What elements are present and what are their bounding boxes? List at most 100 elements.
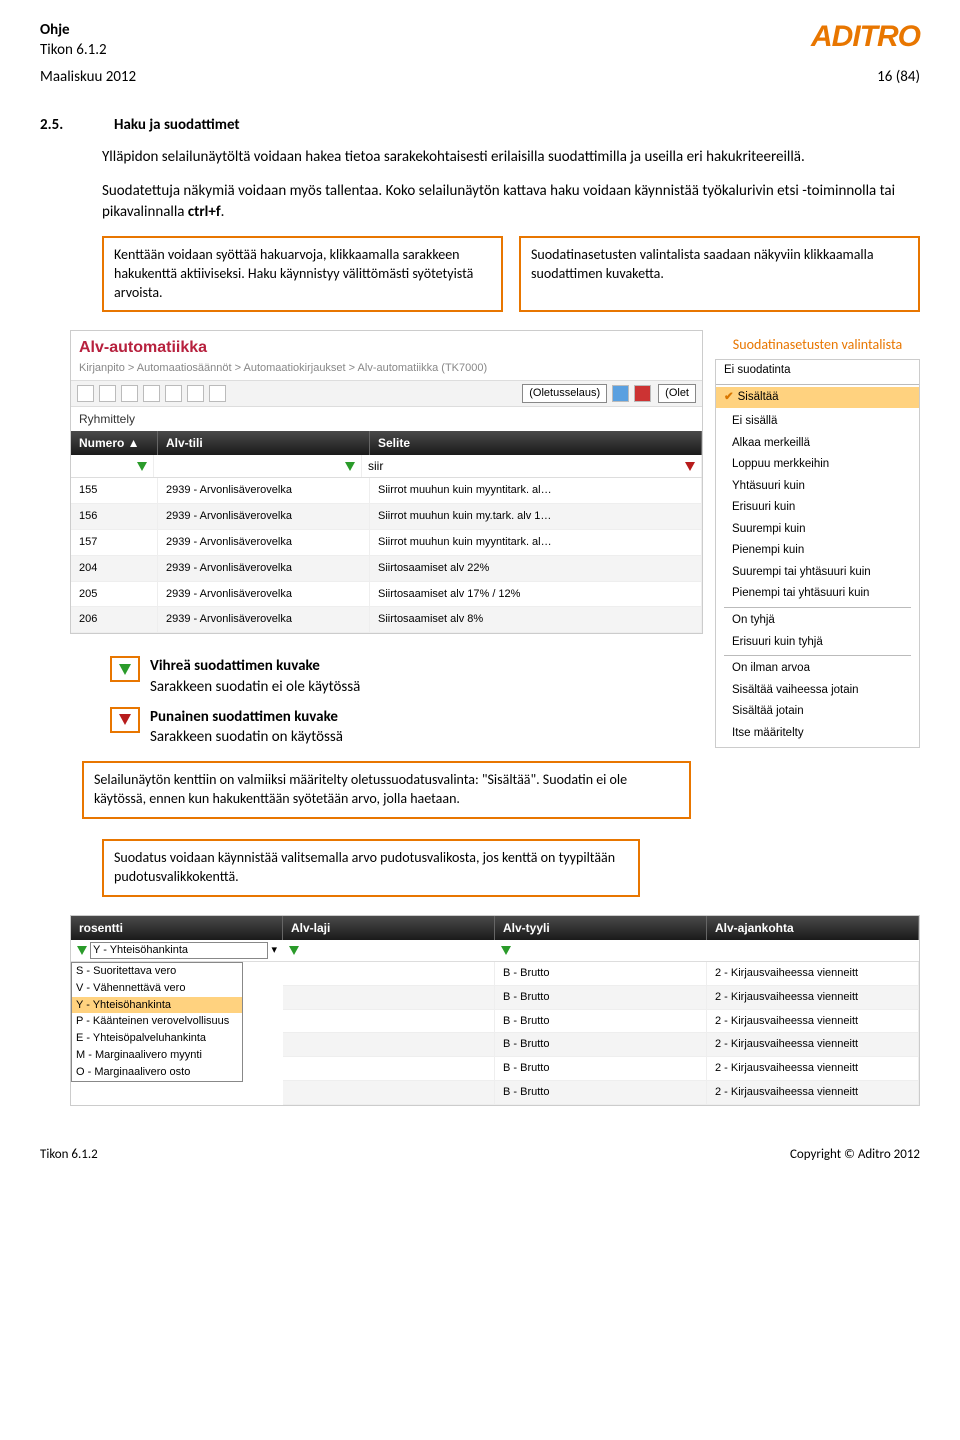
dropdown-option[interactable]: P - Käänteinen verovelvollisuus: [72, 1013, 242, 1030]
section-title: Haku ja suodattimet: [114, 115, 240, 135]
table-header: Numero ▲ Alv-tili Selite: [71, 431, 702, 455]
red-funnel-box: [110, 707, 140, 733]
dropdown-option[interactable]: S - Suoritettava vero: [72, 963, 242, 980]
callout-box-4: Suodatus voidaan käynnistää valitsemalla…: [102, 839, 640, 897]
browse-select[interactable]: (Oletusselaus): [522, 384, 607, 403]
dropdown-option[interactable]: M - Marginaalivero myynti: [72, 1047, 242, 1064]
col-rosentti[interactable]: rosentti: [71, 916, 283, 940]
table-row[interactable]: B - Brutto2 - Kirjausvaiheessa vienneitt: [283, 1081, 919, 1105]
page-footer: Tikon 6.1.2 Copyright © Aditro 2012: [40, 1146, 920, 1164]
table-row[interactable]: B - Brutto2 - Kirjausvaiheessa vienneitt: [283, 1057, 919, 1081]
filter-row: siir: [71, 455, 702, 478]
funnel-icon[interactable]: [345, 462, 355, 471]
dropdown-option[interactable]: O - Marginaalivero osto: [72, 1064, 242, 1081]
filter-option[interactable]: Sisältää jotain: [724, 701, 911, 723]
filter-option[interactable]: On tyhjä: [724, 610, 911, 632]
table-row[interactable]: B - Brutto2 - Kirjausvaiheessa vienneitt: [283, 1010, 919, 1034]
toolbar-icon[interactable]: [143, 385, 160, 402]
col-selite[interactable]: Selite: [370, 431, 702, 455]
col-alvtili[interactable]: Alv-tili: [158, 431, 370, 455]
alv-panel: Alv-automatiikka Kirjanpito > Automaatio…: [70, 330, 703, 634]
funnel-icon: [119, 714, 131, 725]
toolbar-icon[interactable]: [209, 385, 226, 402]
toolbar: (Oletusselaus) (Olet: [71, 380, 702, 407]
table-row[interactable]: 2052939 - ArvonlisäverovelkaSiirtosaamis…: [71, 582, 702, 608]
funnel-icon: [119, 664, 131, 675]
footer-right: Copyright © Aditro 2012: [790, 1146, 920, 1164]
legend-green-title: Vihreä suodattimen kuvake: [150, 656, 360, 676]
doc-subtitle: Tikon 6.1.2: [40, 40, 107, 60]
funnel-icon[interactable]: [77, 946, 87, 955]
filter-input[interactable]: siir: [368, 458, 682, 474]
legend-red: Punainen suodattimen kuvakeSarakkeen suo…: [110, 707, 703, 748]
browse-select-2[interactable]: (Olet: [658, 384, 696, 403]
filter-option[interactable]: Erisuuri kuin: [724, 497, 911, 519]
panel-title: Alv-automatiikka: [71, 331, 702, 361]
filter-options-list: Ei suodatinta ✔ Sisältää Ei sisälläAlkaa…: [715, 359, 920, 748]
delete-icon[interactable]: [634, 385, 651, 402]
filter-option[interactable]: Ei suodatinta: [716, 360, 919, 382]
table2-header: rosentti Alv-laji Alv-tyyli Alv-ajankoht…: [71, 916, 919, 940]
funnel-icon-active[interactable]: [685, 462, 695, 471]
filter-option[interactable]: Suurempi tai yhtäsuuri kuin: [724, 562, 911, 584]
toolbar-icon[interactable]: [187, 385, 204, 402]
filter-list-label: Suodatinasetusten valintalista: [715, 336, 920, 355]
paragraph-2: Suodatettuja näkymiä voidaan myös tallen…: [102, 181, 920, 222]
grouping-label: Ryhmittely: [71, 407, 702, 431]
table-row[interactable]: 1562939 - ArvonlisäverovelkaSiirrot muuh…: [71, 504, 702, 530]
filter-option[interactable]: Erisuuri kuin tyhjä: [724, 632, 911, 654]
table-row[interactable]: 1572939 - ArvonlisäverovelkaSiirrot muuh…: [71, 530, 702, 556]
funnel-icon[interactable]: [501, 946, 511, 955]
filter-option[interactable]: Ei sisällä: [724, 411, 911, 433]
funnel-icon[interactable]: [137, 462, 147, 471]
toolbar-icon[interactable]: [121, 385, 138, 402]
section-number: 2.5.: [40, 115, 72, 135]
table-row[interactable]: 2062939 - ArvonlisäverovelkaSiirtosaamis…: [71, 607, 702, 633]
filter-option[interactable]: Loppuu merkkeihin: [724, 454, 911, 476]
dropdown-option[interactable]: V - Vähennettävä vero: [72, 980, 242, 997]
filter-option[interactable]: Alkaa merkeillä: [724, 433, 911, 455]
filter-option[interactable]: Suurempi kuin: [724, 519, 911, 541]
toolbar-icon[interactable]: [165, 385, 182, 402]
col-alvajankohta[interactable]: Alv-ajankohta: [707, 916, 919, 940]
filter-option[interactable]: Pienempi tai yhtäsuuri kuin: [724, 583, 911, 605]
page-number: 16 (84): [877, 67, 920, 87]
page-header: Ohje Tikon 6.1.2 ADITRO: [40, 20, 920, 61]
legend-green: Vihreä suodattimen kuvake Sarakkeen suoda…: [110, 656, 703, 697]
filter-option-selected[interactable]: ✔ Sisältää: [716, 387, 919, 409]
doc-title: Ohje: [40, 20, 107, 40]
save-icon[interactable]: [612, 385, 629, 402]
filter-option[interactable]: Yhtäsuuri kuin: [724, 476, 911, 498]
dropdown-option[interactable]: E - Yhteisöpalveluhankinta: [72, 1030, 242, 1047]
section-heading: 2.5. Haku ja suodattimet: [40, 115, 920, 135]
funnel-icon[interactable]: [289, 946, 299, 955]
check-icon: ✔: [724, 390, 734, 406]
date-line: Maaliskuu 2012 16 (84): [40, 67, 920, 87]
dropdown-list: S - Suoritettava veroV - Vähennettävä ve…: [71, 962, 243, 1082]
filter-option[interactable]: Sisältää vaiheessa jotain: [724, 680, 911, 702]
legend-green-text: Sarakkeen suodatin ei ole käytössä: [150, 678, 360, 696]
filter-option[interactable]: On ilman arvoa: [724, 658, 911, 680]
filter-row-2: Y - Yhteisöhankinta▾: [71, 940, 919, 962]
toolbar-icon[interactable]: [99, 385, 116, 402]
table-row[interactable]: B - Brutto2 - Kirjausvaiheessa vienneitt: [283, 1033, 919, 1057]
col-alvtyyli[interactable]: Alv-tyyli: [495, 916, 707, 940]
footer-left: Tikon 6.1.2: [40, 1146, 98, 1164]
filter-option[interactable]: Itse määritelty: [724, 723, 911, 745]
col-numero[interactable]: Numero ▲: [71, 431, 158, 455]
col-alvlaji[interactable]: Alv-laji: [283, 916, 495, 940]
paragraph-1: Ylläpidon selailunäytöltä voidaan hakea …: [102, 147, 920, 167]
callout-box-right: Suodatinasetusten valintalista saadaan n…: [519, 236, 920, 313]
table-row[interactable]: 1552939 - ArvonlisäverovelkaSiirrot muuh…: [71, 478, 702, 504]
callout-box-3: Selailunäytön kenttiin on valmiiksi määr…: [82, 761, 691, 819]
dropdown-option[interactable]: Y - Yhteisöhankinta: [72, 997, 242, 1014]
filter-option[interactable]: Pienempi kuin: [724, 540, 911, 562]
dropdown-alvlaji[interactable]: Y - Yhteisöhankinta: [90, 942, 268, 959]
toolbar-icon[interactable]: [77, 385, 94, 402]
breadcrumb: Kirjanpito > Automaatiosäännöt > Automaa…: [71, 361, 702, 380]
legend-red-title: Punainen suodattimen kuvake: [150, 707, 343, 727]
table-row[interactable]: B - Brutto2 - Kirjausvaiheessa vienneitt: [283, 986, 919, 1010]
table-row[interactable]: B - Brutto2 - Kirjausvaiheessa vienneitt: [283, 962, 919, 986]
aditro-logo: ADITRO: [811, 20, 920, 54]
table-row[interactable]: 2042939 - ArvonlisäverovelkaSiirtosaamis…: [71, 556, 702, 582]
